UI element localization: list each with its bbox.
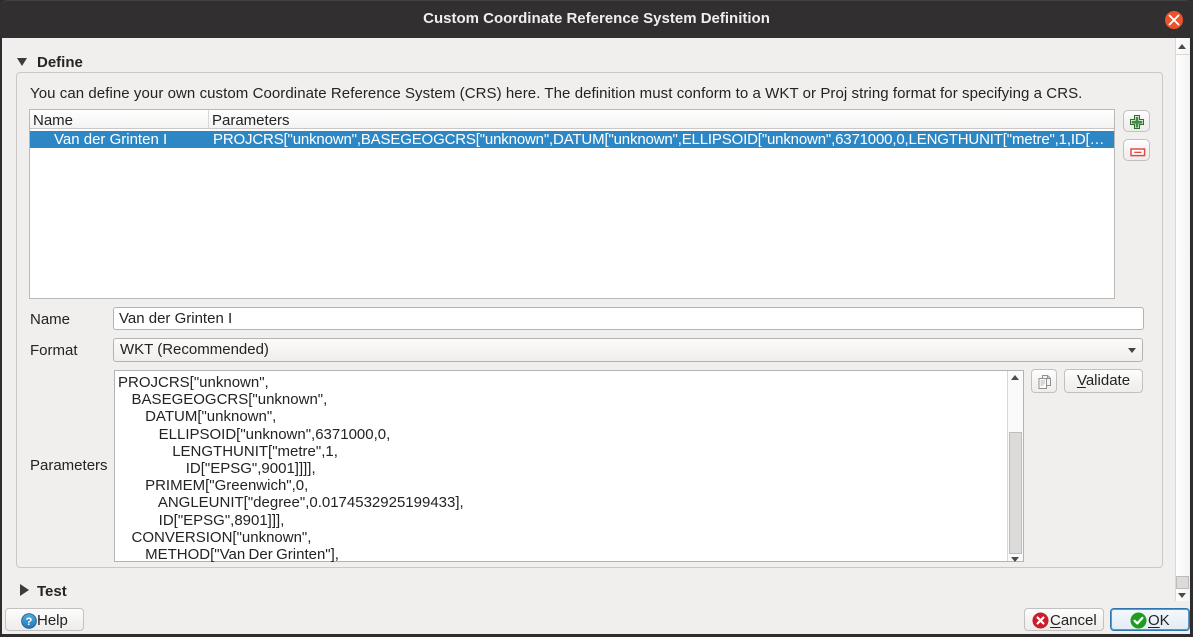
svg-text:?: ?: [26, 616, 33, 628]
